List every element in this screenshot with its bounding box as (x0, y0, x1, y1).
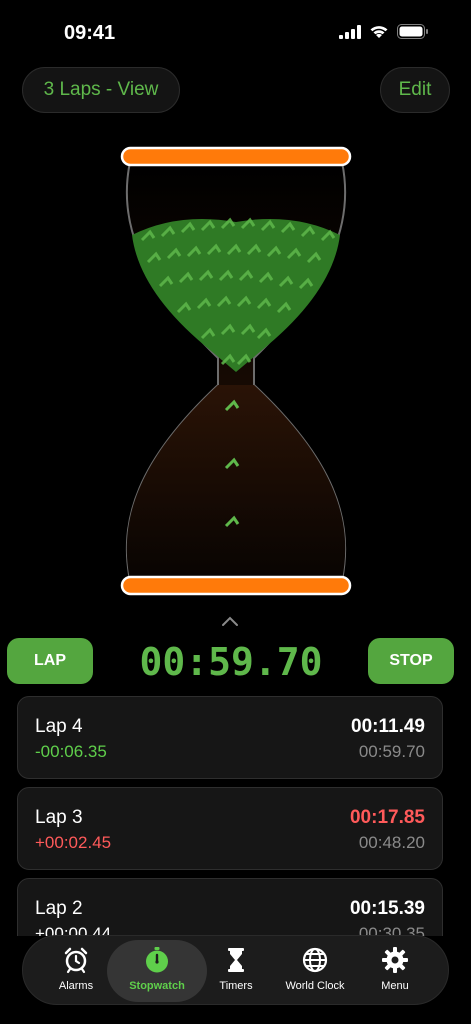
hourglass-bottom-cap (120, 575, 352, 596)
lap-total: 00:48.20 (358, 833, 425, 852)
hourglass-top-cap (120, 146, 352, 167)
wifi-icon (370, 26, 388, 38)
status-bar: 09:41 (0, 0, 471, 60)
stopwatch-icon (146, 947, 168, 973)
lap-time: 00:17.85 (349, 807, 425, 828)
lap-name: Lap 4 (35, 716, 83, 737)
lap-row[interactable]: Lap 4 -00:06.35 00:11.49 00:59.70 (17, 696, 443, 779)
tab-world-clock[interactable]: World Clock (275, 940, 355, 1002)
tab-alarms[interactable]: Alarms (36, 940, 116, 1002)
battery-icon (397, 24, 428, 39)
chevron-up-icon[interactable] (220, 614, 240, 628)
status-icons (339, 24, 429, 39)
lap-name: Lap 2 (35, 898, 83, 919)
hourglass-visual (120, 146, 352, 596)
globe-icon (302, 947, 328, 973)
stop-button[interactable]: STOP (368, 638, 454, 684)
tab-bar: Alarms Stopwatch Timers World Clock Menu (22, 935, 449, 1005)
lap-time: 00:11.49 (351, 716, 425, 737)
lap-button[interactable]: LAP (7, 638, 93, 684)
tab-timers[interactable]: Timers (196, 940, 276, 1002)
lap-name: Lap 3 (35, 807, 83, 828)
gear-icon (382, 947, 408, 973)
hourglass-icon (228, 948, 244, 972)
laps-view-button[interactable]: 3 Laps - View (22, 67, 180, 113)
elapsed-time: 00:59.70 (139, 640, 323, 684)
sand-particles (132, 218, 340, 372)
tab-label: Timers (219, 980, 253, 992)
tab-label: Menu (381, 980, 409, 992)
lap-time: 00:15.39 (349, 898, 425, 919)
tab-stopwatch[interactable]: Stopwatch (107, 940, 207, 1002)
lap-total: 00:59.70 (358, 742, 425, 761)
alarm-clock-icon (64, 947, 88, 974)
edit-button[interactable]: Edit (380, 67, 450, 113)
tab-label: Stopwatch (129, 980, 185, 992)
tab-label: Alarms (58, 980, 94, 992)
lap-diff: -00:06.35 (35, 742, 107, 761)
lap-row[interactable]: Lap 2 +00:00.44 00:15.39 00:30.35 (17, 878, 443, 936)
lap-list[interactable]: Lap 4 -00:06.35 00:11.49 00:59.70 Lap 3 … (17, 696, 443, 936)
signal-icon (339, 24, 361, 39)
tab-menu[interactable]: Menu (355, 940, 435, 1002)
tab-label: World Clock (285, 980, 345, 992)
status-time: 09:41 (64, 22, 116, 44)
lap-row[interactable]: Lap 3 +00:02.45 00:17.85 00:48.20 (17, 787, 443, 870)
lap-diff: +00:02.45 (35, 833, 112, 852)
